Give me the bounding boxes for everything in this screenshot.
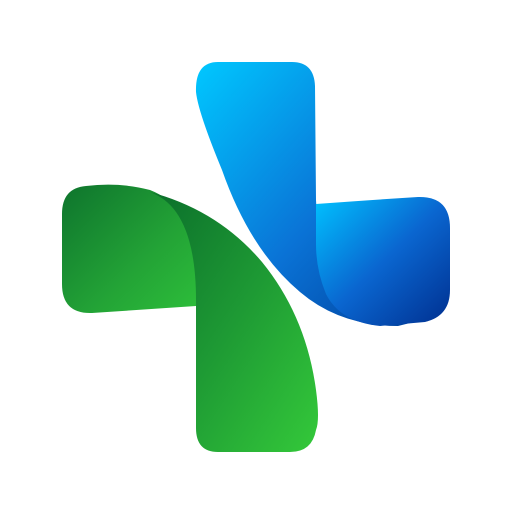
medical-cross-logo [62,62,450,452]
app-icon-canvas [0,0,512,512]
blue-horizontal-arm [316,196,450,326]
